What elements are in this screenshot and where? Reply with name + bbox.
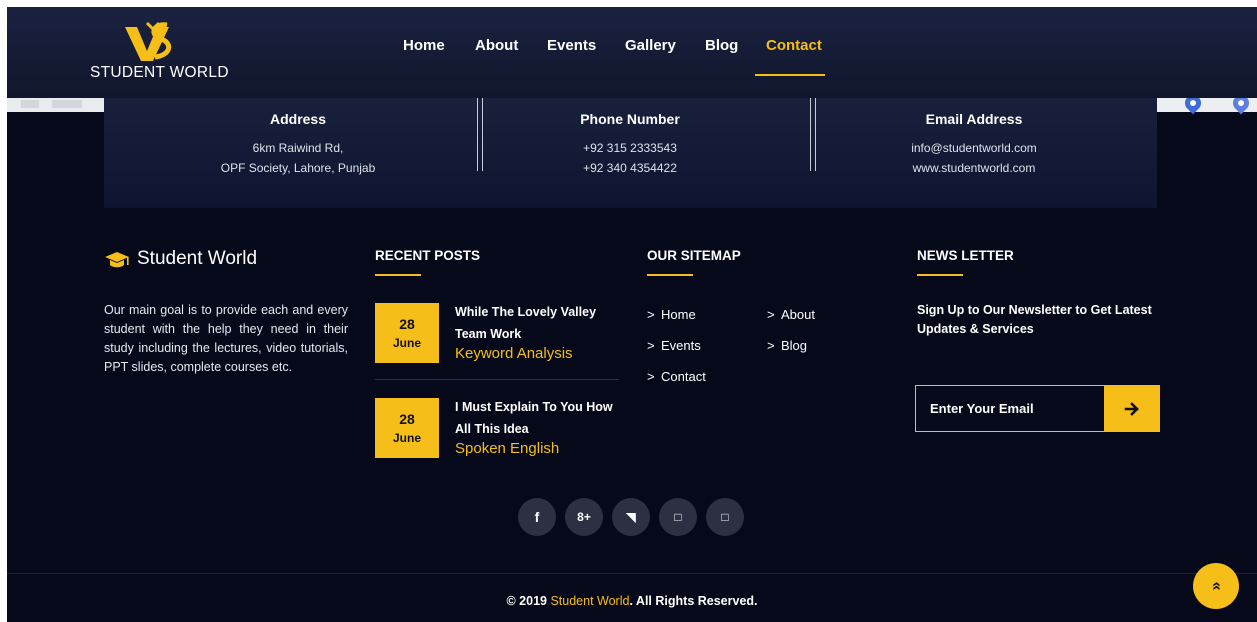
sitemap-link-events[interactable]: > Events [647, 338, 701, 353]
nav-gallery[interactable]: Gallery [625, 37, 676, 54]
email-title: Email Address [925, 111, 1023, 127]
phone-number[interactable]: +92 340 4354422 [460, 161, 800, 175]
address-line: OPF Society, Lahore, Punjab [220, 161, 376, 175]
recent-posts-title: RECENT POSTS [375, 248, 481, 263]
logo[interactable]: STUDENT WORLD [90, 21, 230, 87]
date-day: 28 [399, 411, 415, 427]
date-badge: 28 June [375, 398, 439, 458]
post-title[interactable]: Team Work [455, 327, 521, 341]
sitemap-title: OUR SITEMAP [647, 248, 741, 263]
logo-icon [125, 21, 172, 61]
phone-title: Phone Number [580, 111, 680, 127]
copyright: © 2019 Student World. All Rights Reserve… [7, 594, 1257, 608]
title-underline [375, 274, 421, 276]
chevron-right-icon: > [647, 338, 655, 353]
post-item[interactable]: 28 June While The Lovely Valley Team Wor… [375, 303, 621, 368]
footer-divider [7, 573, 1257, 574]
date-month: June [392, 431, 421, 445]
sitemap-link-contact[interactable]: > Contact [647, 369, 706, 384]
graduation-cap-icon [105, 252, 129, 268]
post-category[interactable]: Keyword Analysis [455, 345, 573, 362]
chevron-right-icon: > [647, 307, 655, 322]
copyright-prefix: © 2019 [506, 594, 547, 608]
sitemap-link-blog[interactable]: > Blog [767, 338, 807, 353]
sitemap-link-home[interactable]: > Home [647, 307, 696, 322]
brand-description: Our main goal is to provide each and eve… [104, 303, 348, 374]
post-title[interactable]: All This Idea [455, 422, 529, 436]
twitter-icon[interactable]: ◥ [612, 498, 650, 536]
site-header: STUDENT WORLD Home About Events Gallery … [7, 7, 1257, 98]
placeholder-icon[interactable]: □ [659, 498, 697, 536]
email-link[interactable]: info@studentworld.com [804, 141, 1144, 155]
nav-about[interactable]: About [475, 37, 518, 54]
date-day: 28 [399, 316, 415, 332]
post-category[interactable]: Spoken English [455, 440, 559, 457]
chevron-right-icon: > [647, 369, 655, 384]
email-input[interactable] [915, 385, 1105, 432]
sitemap-link-about[interactable]: > About [767, 307, 815, 322]
post-separator [375, 379, 619, 380]
scroll-to-top-button[interactable]: » [1193, 563, 1239, 609]
post-title[interactable]: I Must Explain To You How [455, 400, 613, 414]
website-link[interactable]: www.studentworld.com [804, 161, 1144, 175]
nav-home[interactable]: Home [403, 37, 445, 54]
facebook-icon[interactable]: f [518, 498, 556, 536]
title-underline [647, 274, 693, 276]
google-plus-icon[interactable]: 8+ [565, 498, 603, 536]
map-fragment-left[interactable] [7, 98, 104, 112]
date-badge: 28 June [375, 303, 439, 363]
title-underline [917, 274, 963, 276]
chevron-right-icon: > [767, 307, 775, 322]
brand-heading: Student World [104, 247, 324, 273]
chevron-right-icon: > [767, 338, 775, 353]
post-title[interactable]: While The Lovely Valley [455, 305, 596, 319]
contact-info-band: Address 6km Raiwind Rd, OPF Society, Lah… [104, 98, 1157, 208]
double-chevron-up-icon: » [1207, 581, 1224, 591]
nav-events[interactable]: Events [547, 37, 596, 54]
logo-text: STUDENT WORLD [90, 64, 229, 81]
nav-contact[interactable]: Contact [766, 37, 822, 54]
phone-number[interactable]: +92 315 2333543 [460, 141, 800, 155]
map-fragment-right[interactable] [1157, 91, 1257, 115]
page: STUDENT WORLD Home About Events Gallery … [7, 7, 1257, 622]
nav-blog[interactable]: Blog [705, 37, 738, 54]
brand-name: Student World [137, 248, 258, 269]
placeholder-icon[interactable]: □ [706, 498, 744, 536]
address-line: 6km Raiwind Rd, [252, 141, 344, 155]
copyright-suffix: . All Rights Reserved. [629, 594, 758, 608]
newsletter-form [915, 385, 1160, 432]
newsletter-title: NEWS LETTER [917, 248, 1014, 263]
post-item[interactable]: 28 June I Must Explain To You How All Th… [375, 398, 621, 463]
newsletter-text: Sign Up to Our Newsletter to Get Latest … [917, 303, 1152, 336]
arrow-right-icon [1124, 402, 1139, 417]
address-title: Address [269, 111, 327, 127]
subscribe-button[interactable] [1104, 385, 1160, 432]
nav-active-underline [755, 74, 825, 76]
copyright-brand-link[interactable]: Student World [550, 594, 629, 608]
date-month: June [392, 336, 421, 350]
